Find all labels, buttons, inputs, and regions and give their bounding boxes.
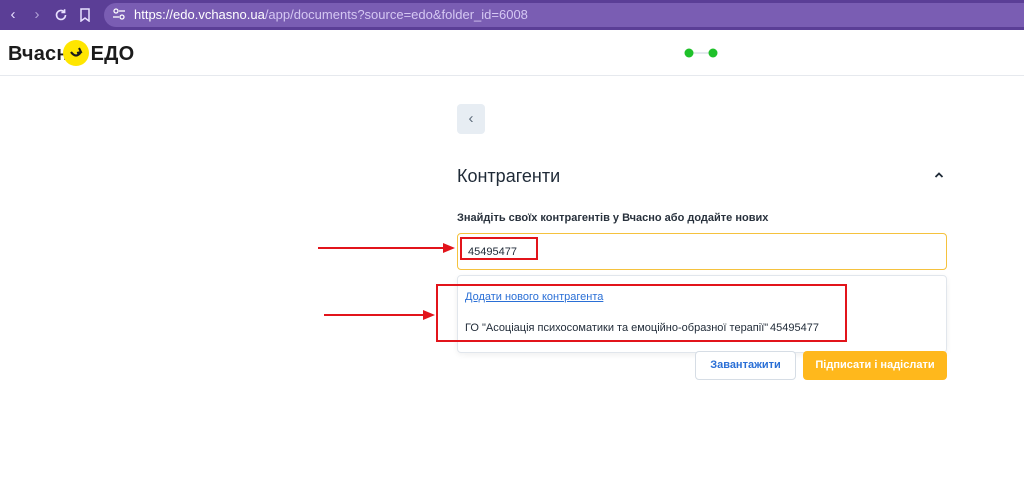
url-path: /app/documents?source=edo&folder_id=6008	[264, 7, 528, 22]
site-settings-icon[interactable]	[112, 7, 126, 21]
app-header: Вчасн ЕДО	[0, 30, 1024, 76]
annotation-highlight-search	[460, 237, 538, 260]
forward-arrow-icon[interactable]: ›	[28, 6, 46, 24]
chevron-left-icon: ‹	[468, 110, 474, 127]
reload-icon[interactable]	[52, 6, 70, 24]
vchasno-edo-logo[interactable]: Вчасн ЕДО	[8, 40, 134, 66]
browser-toolbar: ‹ › https://edo.vchasno.ua/app/documents…	[0, 0, 1024, 30]
logo-text-left: Вчасн	[8, 43, 69, 65]
back-button[interactable]: ‹	[457, 104, 485, 134]
bookmark-icon[interactable]	[76, 6, 94, 24]
logo-smile-icon	[62, 40, 89, 66]
annotation-arrow-result	[324, 310, 435, 320]
address-bar-url: https://edo.vchasno.ua/app/documents?sou…	[134, 7, 528, 22]
status-dots-icon	[684, 48, 718, 58]
counterparties-title: Контрагенти	[457, 166, 561, 186]
chevron-up-icon[interactable]	[932, 168, 946, 182]
upload-button[interactable]: Завантажити	[695, 351, 796, 380]
back-arrow-icon[interactable]: ‹	[4, 6, 22, 24]
logo-text-right: ЕДО	[90, 43, 135, 65]
url-host: https://edo.vchasno.ua	[134, 7, 265, 22]
counterparties-hint: Знайдіть своїх контрагентів у Вчасно або…	[457, 212, 769, 224]
annotation-arrow-search	[318, 243, 455, 253]
sign-and-send-button[interactable]: Підписати і надіслати	[803, 351, 947, 380]
annotation-highlight-result	[436, 284, 847, 342]
